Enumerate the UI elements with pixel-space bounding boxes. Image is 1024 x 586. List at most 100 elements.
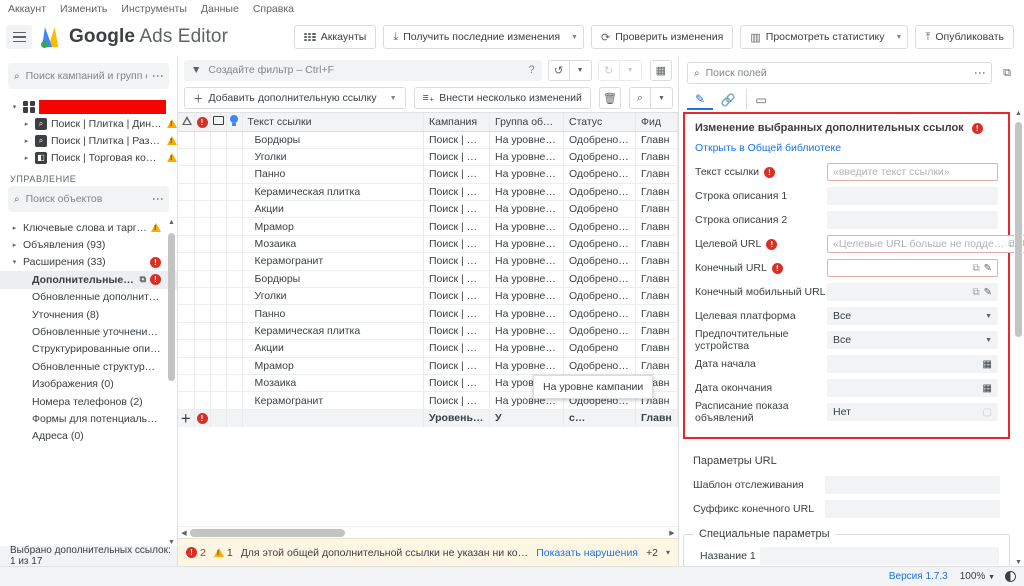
- cell-ad-group[interactable]: На уровне ка…: [489, 287, 564, 306]
- cell-ad-group[interactable]: На уровне ка…: [489, 270, 564, 289]
- cell-ad-group[interactable]: На уровне ка…: [489, 235, 564, 254]
- cell-link-text[interactable]: Мрамор: [242, 357, 424, 375]
- cell-ad-group[interactable]: На уровне ка…: [489, 252, 564, 271]
- cell-ad-group[interactable]: На уровне ка…: [489, 339, 564, 358]
- contrast-icon[interactable]: [1005, 571, 1016, 582]
- chevron-right-icon[interactable]: ▸: [22, 137, 31, 145]
- cell-feed[interactable]: Главн: [635, 270, 678, 289]
- chevron-down-icon[interactable]: ▼: [896, 34, 903, 41]
- field-input-7[interactable]: Все ▼: [827, 331, 998, 349]
- cell-link-text[interactable]: Бордюры: [242, 270, 424, 289]
- tab-edit[interactable]: ✎: [687, 89, 713, 110]
- cell-campaign[interactable]: Поиск | Плитк…: [423, 165, 490, 184]
- cell-ad-group[interactable]: На уровне ка…: [489, 357, 564, 375]
- cell-link-text[interactable]: Мозаика: [242, 235, 424, 254]
- sidebar-item-1[interactable]: ▸ Объявления (93): [0, 236, 177, 253]
- cell-feed[interactable]: Главн: [635, 131, 678, 149]
- expand-errors-icon[interactable]: ▾: [666, 548, 670, 557]
- add-row-feed[interactable]: Главн: [635, 409, 678, 427]
- cell-campaign[interactable]: Поиск | Плитк…: [423, 200, 490, 219]
- cell-status[interactable]: Одобрено (с о…: [563, 322, 636, 341]
- panel-scrollbar[interactable]: ▲ ▼: [1014, 110, 1023, 566]
- open-url-icon[interactable]: ⧉: [972, 263, 979, 274]
- cell-status[interactable]: Одобрено (с о…: [563, 270, 636, 289]
- calendar-icon[interactable]: ▦: [983, 359, 992, 370]
- col-status[interactable]: Статус: [563, 113, 636, 132]
- tree-row-campaign-1[interactable]: ▸ ⌕ Поиск | Плитка | Динам…: [0, 115, 177, 132]
- final-url-suffix-input[interactable]: [825, 500, 1000, 518]
- field-input-2[interactable]: [827, 211, 998, 229]
- kebab-menu-icon[interactable]: ⋮: [973, 67, 987, 79]
- version-link[interactable]: Версия 1.7.3: [889, 571, 948, 582]
- cell-feed[interactable]: Главн: [635, 148, 678, 167]
- warning-count[interactable]: 1: [213, 547, 233, 559]
- undo-button[interactable]: ↺: [547, 59, 570, 81]
- chevron-down-icon[interactable]: ▾: [10, 258, 19, 266]
- menu-item-data[interactable]: Данные: [201, 3, 239, 15]
- chevron-right-icon[interactable]: ▸: [22, 154, 31, 162]
- columns-button[interactable]: ▦: [649, 59, 672, 81]
- sidebar-scrollbar[interactable]: ▲ ▼: [168, 219, 175, 546]
- chevron-down-icon[interactable]: ▼: [571, 34, 578, 41]
- calendar-icon[interactable]: ▦: [983, 383, 992, 394]
- table-row[interactable]: АкцииПоиск | Плитк…На уровне ка…Одобрено…: [178, 339, 678, 358]
- open-external-icon[interactable]: ⧉: [998, 64, 1016, 82]
- cell-ad-group[interactable]: На уровне ка…: [489, 217, 564, 236]
- menu-item-edit[interactable]: Изменить: [60, 3, 107, 15]
- col-link-text[interactable]: Текст ссылки: [242, 113, 424, 132]
- cell-link-text[interactable]: Керамическая плитка: [242, 322, 424, 341]
- kebab-menu-icon[interactable]: ⋮: [151, 70, 165, 82]
- cell-link-text[interactable]: Акции: [242, 200, 424, 219]
- cell-feed[interactable]: Главн: [635, 252, 678, 271]
- show-violations-link[interactable]: Показать нарушения: [536, 547, 638, 559]
- get-recent-changes-button[interactable]: ⤓ Получить последние изменения ▼: [383, 25, 584, 49]
- add-row-campaign[interactable]: Уровень акка…: [423, 409, 490, 427]
- table-add-row[interactable]: ＋! Уровень акка…Ус…Главн: [178, 409, 678, 427]
- sidebar-item-12[interactable]: Адреса (0): [0, 428, 177, 445]
- cell-feed[interactable]: Главн: [635, 322, 678, 341]
- cell-campaign[interactable]: Поиск | Плитк…: [423, 252, 490, 271]
- view-statistics-button[interactable]: ▥ Просмотреть статистику ▼: [740, 25, 909, 49]
- sidebar-item-9[interactable]: Изображения (0): [0, 376, 177, 393]
- table-row[interactable]: Керамическая плиткаПоиск | Плитк…На уров…: [178, 183, 678, 202]
- delete-button[interactable]: 🗑: [598, 87, 621, 109]
- field-input-9[interactable]: ▦: [827, 379, 998, 397]
- filter-input[interactable]: ▼ Создайте фильтр – Ctrl+F ?: [184, 59, 542, 81]
- cell-link-text[interactable]: Мозаика: [242, 374, 424, 393]
- cell-feed[interactable]: Главн: [635, 235, 678, 254]
- col-change-status-icon[interactable]: [178, 113, 195, 132]
- more-errors-count[interactable]: +2: [646, 547, 658, 559]
- tree-row-campaign-3[interactable]: ▸ ◧ Поиск | Торговая компа…: [0, 149, 177, 166]
- cell-campaign[interactable]: Поиск | Плитк…: [423, 287, 490, 306]
- hamburger-menu-icon[interactable]: [6, 25, 32, 49]
- cell-feed[interactable]: Главн: [635, 217, 678, 236]
- cell-campaign[interactable]: Поиск | Плитк…: [423, 235, 490, 254]
- cell-campaign[interactable]: Поиск | Плитк…: [423, 391, 490, 410]
- sidebar-item-5[interactable]: Уточнения (8): [0, 306, 177, 323]
- object-search-input[interactable]: ⌕ Поиск объектов ⋮: [8, 186, 169, 212]
- table-row[interactable]: БордюрыПоиск | Плитк…На уровне ка…Одобре…: [178, 131, 678, 149]
- bulk-edit-button[interactable]: ≡₊ Внести несколько изменений: [413, 87, 591, 109]
- cell-status[interactable]: Одобрено (с о…: [563, 287, 636, 306]
- cell-link-text[interactable]: Панно: [242, 165, 424, 184]
- schedule-icon[interactable]: ▢: [983, 407, 992, 418]
- cell-campaign[interactable]: Поиск | Плитк…: [423, 374, 490, 393]
- field-input-10[interactable]: Нет ▢: [827, 403, 998, 421]
- edit-icon[interactable]: ⧉: [140, 274, 146, 285]
- tab-comments[interactable]: ▭: [746, 89, 772, 110]
- sidebar-item-8[interactable]: Обновленные структурирова…: [0, 358, 177, 375]
- cell-status[interactable]: Одобрено: [563, 339, 636, 358]
- accounts-button[interactable]: Аккаунты: [293, 25, 377, 49]
- cell-ad-group[interactable]: На уровне ка…: [489, 165, 564, 184]
- find-replace-button[interactable]: ⌕: [628, 87, 651, 109]
- help-icon[interactable]: ?: [528, 64, 534, 76]
- cell-status[interactable]: Одобрено: [563, 200, 636, 219]
- cell-ad-group[interactable]: На уровне ка…: [489, 183, 564, 202]
- scroll-down-icon[interactable]: ▼: [1014, 559, 1023, 566]
- cell-campaign[interactable]: Поиск | Плитк…: [423, 148, 490, 167]
- cell-campaign[interactable]: Поиск | Плитк…: [423, 217, 490, 236]
- sidebar-item-6[interactable]: Обновленные уточнения (0): [0, 323, 177, 340]
- cell-status[interactable]: Одобрено (с о…: [563, 357, 636, 375]
- col-comment-icon[interactable]: [210, 113, 227, 132]
- table-row[interactable]: МозаикаПоиск | Плитк…На уровне ка…Одобре…: [178, 235, 678, 254]
